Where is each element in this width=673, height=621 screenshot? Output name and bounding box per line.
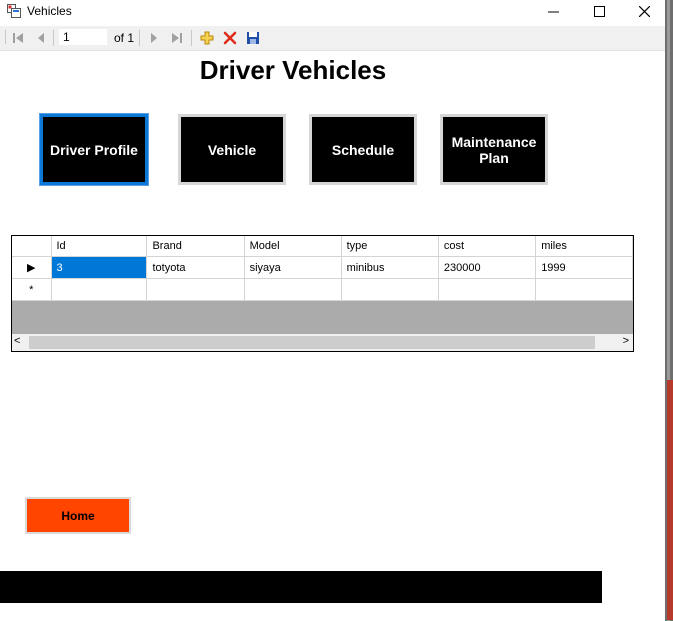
close-button[interactable] <box>621 0 667 22</box>
new-cell-miles[interactable] <box>535 278 633 301</box>
cell-model[interactable]: siyaya <box>244 256 342 279</box>
maintenance-plan-label: Maintenance Plan <box>452 134 537 166</box>
vehicle-button[interactable]: Vehicle <box>178 114 286 185</box>
count-label: of 1 <box>114 31 135 45</box>
table-row[interactable]: ▶ 3 totyota siyaya minibus 230000 1999 <box>12 256 633 279</box>
schedule-label: Schedule <box>331 141 395 158</box>
cell-id[interactable]: 3 <box>51 256 148 279</box>
column-header-model[interactable]: Model <box>244 236 342 257</box>
driver-profile-button[interactable]: Driver Profile <box>39 113 149 186</box>
home-button[interactable]: Home <box>25 497 131 534</box>
new-cell-id[interactable] <box>51 278 148 301</box>
cell-brand[interactable]: totyota <box>146 256 245 279</box>
new-cell-cost[interactable] <box>438 278 537 301</box>
maximize-button[interactable] <box>576 0 622 22</box>
move-next-icon <box>151 33 157 43</box>
maintenance-label-line1: Maintenance <box>451 133 537 150</box>
new-cell-brand[interactable] <box>146 278 245 301</box>
move-last-button[interactable] <box>169 30 185 46</box>
scrollbar-thumb[interactable] <box>29 336 595 349</box>
column-header-brand[interactable]: Brand <box>146 236 245 257</box>
toolbar-separator <box>191 30 192 46</box>
grid-table: Id Brand Model type cost miles ▶ 3 totyo… <box>12 236 633 301</box>
column-header-cost[interactable]: cost <box>438 236 537 257</box>
delete-icon <box>223 31 237 45</box>
add-new-button[interactable] <box>198 30 216 46</box>
move-previous-button[interactable] <box>33 30 49 46</box>
position-input[interactable] <box>58 28 108 46</box>
cell-type[interactable]: minibus <box>341 256 439 279</box>
save-icon <box>247 32 259 44</box>
background-window-edge <box>667 380 673 620</box>
toolbar-separator <box>53 30 54 46</box>
new-row-indicator[interactable]: * <box>12 278 52 301</box>
new-row[interactable]: * <box>12 278 633 301</box>
horizontal-scrollbar[interactable]: < > <box>12 334 633 351</box>
move-previous-icon <box>38 33 44 43</box>
column-header-miles[interactable]: miles <box>535 236 633 257</box>
add-new-icon <box>200 31 214 45</box>
window-title: Vehicles <box>27 4 72 18</box>
new-cell-type[interactable] <box>341 278 439 301</box>
maintenance-label-line2: Plan <box>479 149 509 166</box>
page-title: Driver Vehicles <box>199 55 387 85</box>
minimize-button[interactable] <box>530 0 576 22</box>
move-next-button[interactable] <box>146 30 162 46</box>
move-first-icon <box>13 33 23 43</box>
corner-header-cell[interactable] <box>12 236 52 257</box>
footer-bar <box>0 571 602 603</box>
close-icon <box>638 5 650 17</box>
scroll-right-arrow[interactable]: > <box>623 335 629 347</box>
cell-miles[interactable]: 1999 <box>535 256 633 279</box>
toolbar-separator <box>139 30 140 46</box>
home-label: Home <box>61 508 95 523</box>
maximize-icon <box>593 5 605 17</box>
minimize-icon <box>547 11 559 12</box>
current-row-indicator[interactable]: ▶ <box>12 256 52 279</box>
vehicles-grid[interactable]: Id Brand Model type cost miles ▶ 3 totyo… <box>11 235 634 352</box>
new-cell-model[interactable] <box>244 278 342 301</box>
maintenance-plan-button[interactable]: Maintenance Plan <box>440 114 548 185</box>
column-header-id[interactable]: Id <box>51 236 148 257</box>
grid-header-row: Id Brand Model type cost miles <box>12 236 633 257</box>
cell-cost[interactable]: 230000 <box>438 256 537 279</box>
move-last-icon <box>172 33 182 43</box>
delete-button[interactable] <box>221 30 239 46</box>
driver-profile-label: Driver Profile <box>50 141 138 158</box>
save-button[interactable] <box>244 30 262 46</box>
vehicle-label: Vehicle <box>207 141 257 158</box>
scroll-left-arrow[interactable]: < <box>14 335 20 347</box>
app-icon <box>7 4 21 18</box>
move-first-button[interactable] <box>10 30 26 46</box>
column-header-type[interactable]: type <box>341 236 439 257</box>
schedule-button[interactable]: Schedule <box>309 114 417 185</box>
toolbar-grip <box>5 30 6 44</box>
